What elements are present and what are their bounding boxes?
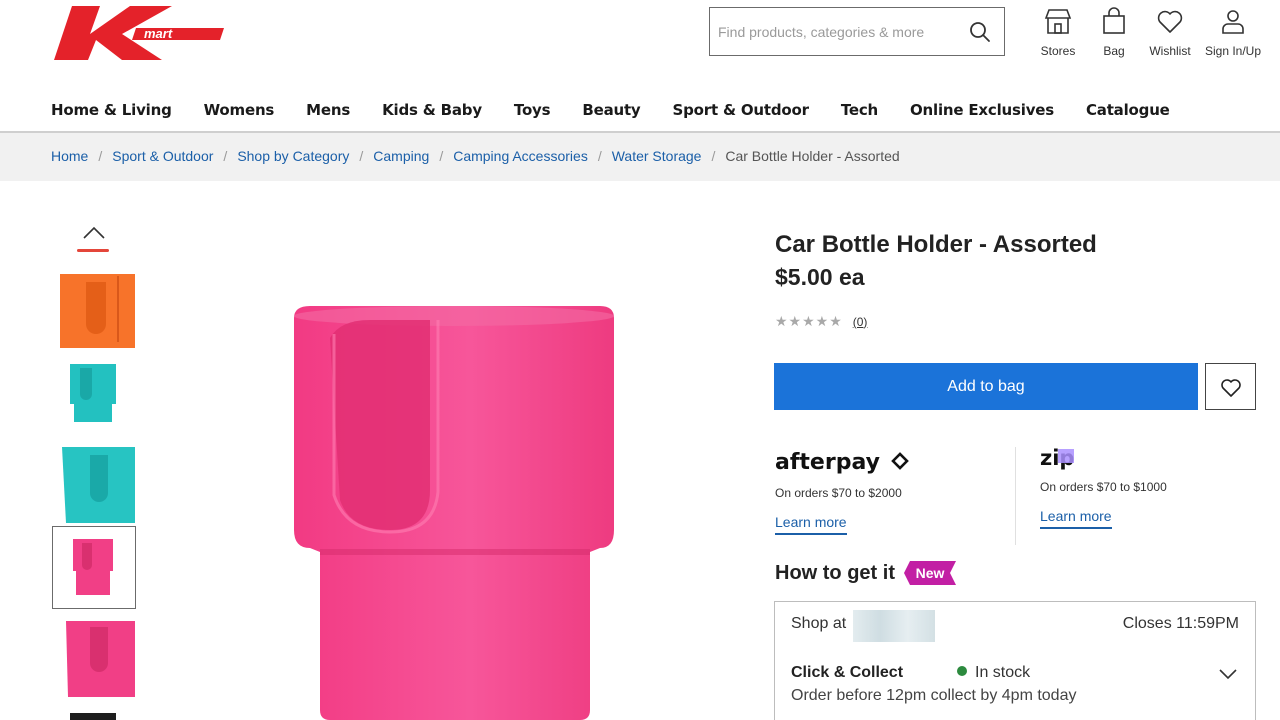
bag-button[interactable]: Bag: [1095, 4, 1133, 68]
store-closing-time: Closes 11:59PM: [1122, 615, 1239, 632]
cup-holder-thumbnail-image: [60, 272, 135, 350]
search-bar: [709, 7, 1005, 56]
nav-toys[interactable]: Toys: [514, 101, 551, 123]
cup-holder-thumbnail-image: [60, 356, 135, 434]
cup-holder-thumbnail-image: [60, 619, 135, 697]
zip-panel: zip On orders $70 to $1000 Learn more: [1040, 445, 1167, 529]
breadcrumb-sport-outdoor[interactable]: Sport & Outdoor: [112, 148, 213, 164]
afterpay-terms: On orders $70 to $2000: [775, 486, 902, 500]
nav-tech[interactable]: Tech: [841, 101, 878, 123]
cup-holder-thumbnail-image: [60, 445, 135, 523]
thumbnail-black[interactable]: [60, 708, 135, 720]
click-collect-label: Click & Collect: [791, 664, 904, 681]
store-icon: [1044, 9, 1072, 34]
thumbnail-orange[interactable]: [60, 272, 135, 350]
thumbnail-pink[interactable]: [60, 619, 135, 697]
wishlist-label: Wishlist: [1149, 44, 1191, 58]
bag-label: Bag: [1103, 44, 1125, 58]
rating-stars: ★★★★★: [775, 313, 843, 329]
stores-label: Stores: [1040, 44, 1076, 58]
store-availability-card: Shop at Closes 11:59PM Click & Collect I…: [774, 601, 1256, 720]
breadcrumb-current: Car Bottle Holder - Assorted: [725, 148, 900, 164]
zip-terms: On orders $70 to $1000: [1040, 480, 1167, 494]
user-icon: [1222, 10, 1244, 34]
thumbnail-teal-small[interactable]: [60, 356, 135, 434]
cup-holder-thumbnail-image: [70, 713, 116, 720]
zip-logo: zip: [1040, 446, 1074, 470]
afterpay-logo: afterpay: [775, 450, 909, 475]
new-badge: New: [904, 561, 956, 585]
nav-online-exclusives[interactable]: Online Exclusives: [910, 101, 1054, 123]
product-price: $5.00 ea: [775, 264, 865, 290]
thumbnail-partial: [77, 249, 109, 252]
breadcrumb-camping-accessories[interactable]: Camping Accessories: [453, 148, 588, 164]
svg-text:New: New: [916, 565, 945, 581]
heart-icon: [1157, 10, 1183, 33]
stock-status-text: In stock: [975, 664, 1031, 681]
stores-button[interactable]: Stores: [1037, 4, 1079, 68]
thumbnail-pink-selected[interactable]: [52, 526, 136, 609]
rating-count-link[interactable]: (0): [853, 315, 868, 329]
heart-icon: [1221, 379, 1241, 397]
breadcrumb-home[interactable]: Home: [51, 148, 88, 164]
breadcrumb-separator: /: [711, 148, 716, 164]
add-to-wishlist-button[interactable]: [1205, 363, 1256, 410]
store-name-blurred[interactable]: [853, 610, 935, 642]
sign-in-label: Sign In/Up: [1204, 44, 1262, 58]
nav-catalogue[interactable]: Catalogue: [1086, 101, 1170, 123]
breadcrumb-separator: /: [98, 148, 103, 164]
nav-beauty[interactable]: Beauty: [582, 101, 640, 123]
breadcrumb-separator: /: [223, 148, 228, 164]
breadcrumb-separator: /: [597, 148, 602, 164]
cup-holder-thumbnail-image: [53, 527, 135, 608]
add-to-bag-button[interactable]: Add to bag: [774, 363, 1198, 410]
in-stock-dot-icon: [957, 666, 967, 676]
breadcrumb-separator: /: [359, 148, 364, 164]
zip-learn-more-link[interactable]: Learn more: [1040, 508, 1112, 529]
nav-sport-outdoor[interactable]: Sport & Outdoor: [673, 101, 809, 123]
main-nav: Home & Living Womens Mens Kids & Baby To…: [51, 101, 1202, 123]
nav-home-living[interactable]: Home & Living: [51, 101, 172, 123]
breadcrumb-water-storage[interactable]: Water Storage: [612, 148, 702, 164]
order-cutoff-note: Order before 12pm collect by 4pm today: [791, 687, 1077, 704]
wishlist-button[interactable]: Wishlist: [1145, 4, 1195, 68]
bag-icon: [1103, 7, 1125, 34]
stock-status: In stock: [957, 664, 1030, 682]
nav-womens[interactable]: Womens: [204, 101, 275, 123]
how-to-get-it-heading: How to get it: [775, 562, 895, 584]
nav-kids-baby[interactable]: Kids & Baby: [382, 101, 482, 123]
chevron-down-icon[interactable]: [1217, 664, 1239, 684]
search-icon[interactable]: [968, 20, 992, 44]
search-input[interactable]: [718, 20, 958, 44]
chevron-up-icon[interactable]: [80, 222, 108, 244]
svg-text:afterpay: afterpay: [775, 450, 880, 475]
shop-at-label: Shop at: [791, 615, 847, 632]
breadcrumb-camping[interactable]: Camping: [373, 148, 429, 164]
kmart-logo[interactable]: mart: [52, 4, 224, 62]
breadcrumb-separator: /: [439, 148, 444, 164]
product-rating: ★★★★★ (0): [775, 313, 867, 330]
product-main-image: [294, 306, 614, 720]
payment-divider: [1015, 447, 1016, 545]
afterpay-panel: afterpay On orders $70 to $2000 Learn mo…: [775, 445, 915, 535]
breadcrumb-shop-by-category[interactable]: Shop by Category: [237, 148, 349, 164]
sign-in-button[interactable]: Sign In/Up: [1202, 4, 1264, 68]
svg-text:mart: mart: [144, 26, 173, 41]
product-title: Car Bottle Holder - Assorted: [775, 231, 1097, 258]
afterpay-learn-more-link[interactable]: Learn more: [775, 514, 847, 535]
thumbnail-teal-large[interactable]: [60, 445, 135, 523]
breadcrumb: Home / Sport & Outdoor / Shop by Categor…: [0, 133, 1280, 181]
nav-mens[interactable]: Mens: [306, 101, 350, 123]
